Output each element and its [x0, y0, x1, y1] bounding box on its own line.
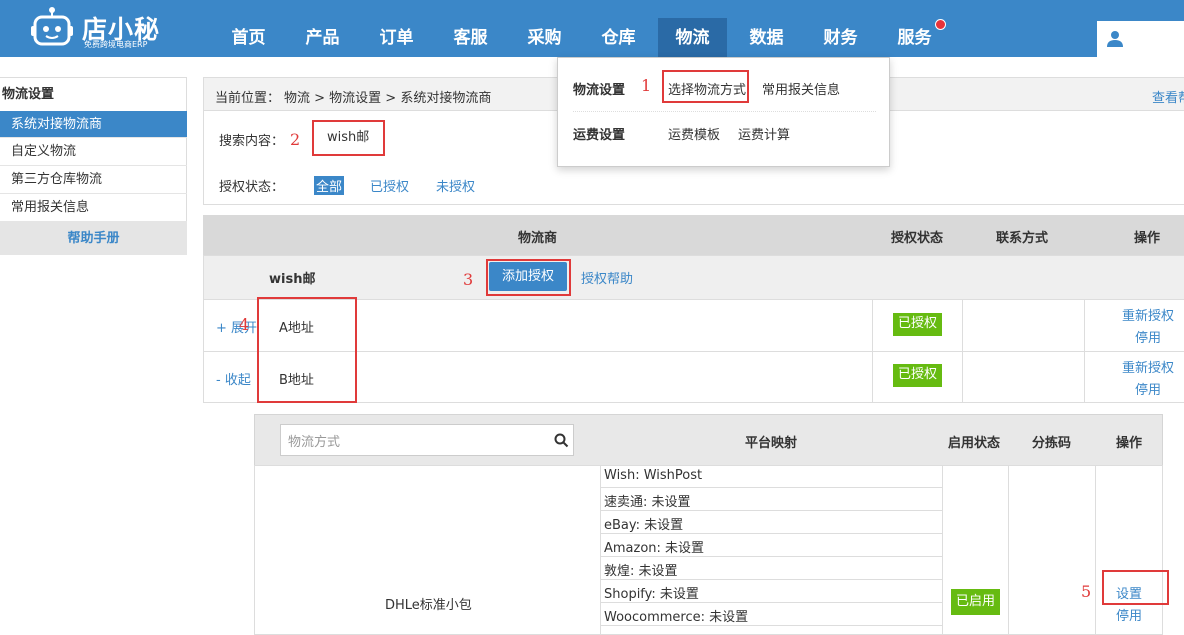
- robot-logo-icon[interactable]: [30, 6, 74, 48]
- annotation-number: 2: [290, 130, 301, 149]
- mapping-item: Amazon: 未设置: [601, 534, 942, 557]
- dropdown-group-shipping-fees: 运费设置: [573, 128, 626, 143]
- view-help-link[interactable]: 查看帮: [1152, 87, 1184, 106]
- nav-products[interactable]: 产品: [288, 0, 357, 57]
- user-icon: [1107, 31, 1123, 47]
- search-label: 搜索内容：: [219, 134, 285, 149]
- brand-tagline: 免费跨境电商ERP: [84, 40, 148, 49]
- header-actions: 操作: [1134, 231, 1161, 246]
- expand-toggle[interactable]: + 展开: [216, 317, 257, 336]
- annotation-box: [1102, 570, 1169, 605]
- annotation-number: 4: [239, 315, 250, 334]
- sidebar-item-customs-info[interactable]: 常用报关信息: [0, 194, 187, 222]
- header-contact: 联系方式: [996, 231, 1049, 246]
- mapping-item: Wish: WishPost: [601, 465, 942, 488]
- nav-logistics[interactable]: 物流: [658, 0, 727, 57]
- sort-code-column: [1008, 465, 1096, 635]
- filter-unauthorized[interactable]: 未授权: [436, 176, 475, 195]
- annotation-number: 3: [463, 270, 474, 289]
- enabled-badge: 已启用: [951, 589, 1000, 615]
- row-divider: [1084, 351, 1085, 403]
- annotation-number: 5: [1081, 582, 1092, 601]
- mapping-item: Shopify: 未设置: [601, 580, 942, 603]
- mapping-item: 敦煌: 未设置: [601, 557, 942, 580]
- mapping-list: Wish: WishPost 速卖通: 未设置 eBay: 未设置 Amazon…: [601, 465, 942, 635]
- header-enable-status: 启用状态: [948, 436, 1001, 451]
- header-sort-code: 分拣码: [1032, 436, 1072, 451]
- dropdown-divider: [573, 111, 876, 112]
- annotation-box: [312, 120, 385, 156]
- sidebar-item-3pl-warehouse[interactable]: 第三方仓库物流: [0, 166, 187, 194]
- sidebar: 物流设置 系统对接物流商 自定义物流 第三方仓库物流 常用报关信息 帮助手册: [0, 77, 187, 255]
- nav-orders[interactable]: 订单: [362, 0, 431, 57]
- sidebar-item-system-carriers[interactable]: 系统对接物流商: [0, 111, 187, 138]
- dropdown-group-logistics-settings: 物流设置: [573, 83, 626, 98]
- notification-dot: [935, 19, 946, 30]
- disable-link[interactable]: 停用: [1135, 327, 1161, 346]
- breadcrumb-path[interactable]: 物流 > 物流设置 > 系统对接物流商: [284, 87, 491, 106]
- carrier-group-row: [203, 255, 1184, 300]
- method-name: DHLe标准小包: [385, 598, 472, 613]
- auth-help-link[interactable]: 授权帮助: [581, 268, 633, 287]
- search-icon[interactable]: [554, 433, 569, 448]
- annotation-box: [662, 70, 749, 103]
- dropdown-item-fee-template[interactable]: 运费模板: [668, 124, 720, 143]
- auth-filter-label: 授权状态：: [219, 180, 285, 195]
- annotation-box: [257, 297, 357, 403]
- row-divider: [1084, 299, 1085, 352]
- nav-home[interactable]: 首页: [214, 0, 283, 57]
- disable-link[interactable]: 停用: [1135, 379, 1161, 398]
- nav-finance[interactable]: 财务: [806, 0, 875, 57]
- header-auth-status: 授权状态: [891, 231, 944, 246]
- sidebar-title: 物流设置: [2, 87, 55, 102]
- sidebar-item-custom-logistics[interactable]: 自定义物流: [0, 138, 187, 166]
- method-search-input[interactable]: 物流方式: [280, 424, 574, 456]
- method-search-placeholder: 物流方式: [288, 435, 341, 450]
- status-badge: 已授权: [893, 313, 942, 336]
- header-method-actions: 操作: [1116, 436, 1143, 451]
- disable-method-link[interactable]: 停用: [1116, 605, 1142, 624]
- nav-warehouse[interactable]: 仓库: [584, 0, 653, 57]
- nav-purchasing[interactable]: 采购: [510, 0, 579, 57]
- breadcrumb-prefix: 当前位置：: [215, 91, 281, 106]
- status-badge: 已授权: [893, 364, 942, 387]
- sidebar-help-manual[interactable]: 帮助手册: [0, 222, 187, 255]
- mapping-item: eBay: 未设置: [601, 511, 942, 534]
- reauthorize-link[interactable]: 重新授权: [1122, 305, 1174, 324]
- nav-data[interactable]: 数据: [732, 0, 801, 57]
- dropdown-item-customs-info[interactable]: 常用报关信息: [762, 79, 840, 98]
- collapse-toggle[interactable]: - 收起: [216, 369, 251, 388]
- user-menu[interactable]: [1097, 21, 1184, 57]
- header-carrier: 物流商: [518, 231, 558, 246]
- carrier-name: wish邮: [269, 272, 316, 287]
- filter-authorized[interactable]: 已授权: [370, 176, 409, 195]
- filter-all[interactable]: 全部: [314, 176, 345, 195]
- mapping-item: 速卖通: 未设置: [601, 488, 942, 511]
- mapping-item: Woocommerce: 未设置: [601, 603, 942, 626]
- header-platform-mapping: 平台映射: [745, 436, 798, 451]
- dropdown-item-fee-calculator[interactable]: 运费计算: [738, 124, 790, 143]
- annotation-box: [486, 259, 571, 296]
- reauthorize-link[interactable]: 重新授权: [1122, 357, 1174, 376]
- annotation-number: 1: [641, 76, 652, 95]
- nav-customer-service[interactable]: 客服: [436, 0, 505, 57]
